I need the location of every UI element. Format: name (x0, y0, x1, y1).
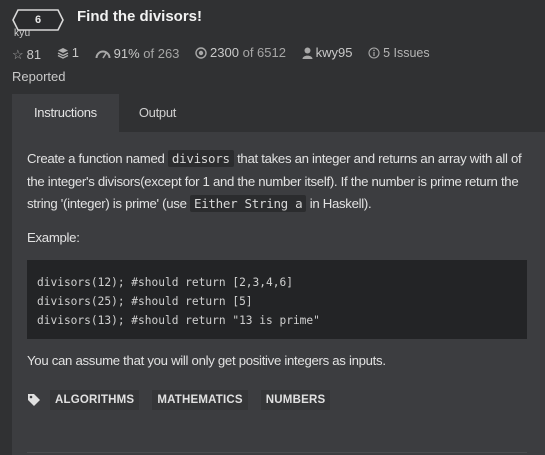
satisfaction-stat: 91% of 263 (95, 43, 180, 65)
author-name: kwy95 (315, 45, 353, 60)
author-stat[interactable]: kwy95 (302, 42, 353, 64)
example-code-block: divisors(12); #should return [2,3,4,6] di… (27, 259, 527, 339)
kata-page: 6 Find the divisors! kyu ☆ 81 1 91% of 2… (0, 0, 545, 455)
example-label: Example: (27, 229, 80, 245)
gauge-icon (95, 48, 111, 59)
instructions-panel: Create a function named divisors that ta… (12, 132, 545, 455)
assumption-text: You can assume that you will only get po… (27, 352, 386, 368)
user-icon (302, 47, 313, 59)
stars-stat[interactable]: ☆ 81 (12, 44, 41, 66)
kata-description: Create a function named divisors that ta… (27, 148, 531, 216)
tag-numbers[interactable]: NUMBERS (260, 389, 331, 410)
kata-tags: ALGORITHMS MATHEMATICS NUMBERS (27, 389, 531, 410)
inline-code-either: Either String a (189, 195, 307, 212)
info-icon (368, 47, 380, 59)
tab-output[interactable]: Output (119, 94, 198, 132)
kata-title[interactable]: Find the divisors! (77, 8, 202, 25)
collection-icon (57, 47, 69, 59)
tab-instructions[interactable]: Instructions (12, 94, 119, 132)
satisfaction-votes: of 263 (143, 45, 180, 61)
description-text: Create a function named (27, 151, 168, 166)
collections-stat[interactable]: 1 (57, 42, 79, 64)
tag-mathematics[interactable]: MATHEMATICS (152, 389, 248, 410)
completed-count: 2300 (210, 45, 239, 60)
target-icon (195, 47, 207, 59)
completed-total: of 6512 (242, 45, 286, 60)
stars-count: 81 (26, 47, 42, 62)
collections-count: 1 (71, 45, 79, 60)
code-line: divisors(12); #should return [2,3,4,6] (37, 275, 293, 289)
satisfaction-percent: 91% (113, 45, 140, 61)
issues-count: 5 Issues (383, 46, 430, 60)
rank-word: kyu (14, 28, 31, 39)
code-line: divisors(25); #should return [5] (37, 294, 253, 308)
kata-stats: ☆ 81 1 91% of 263 2300 of 6512 kwy95 5 I… (12, 42, 532, 88)
code-line: divisors(13); #should return "13 is prim… (37, 313, 320, 327)
panel-divider (27, 452, 527, 453)
description-text: in Haskell). (306, 196, 372, 211)
kata-header: 6 Find the divisors! (12, 8, 202, 32)
inline-code-divisors: divisors (167, 150, 234, 167)
completed-stat: 2300 of 6512 (195, 42, 286, 64)
tag-algorithms[interactable]: ALGORITHMS (50, 389, 140, 410)
issues-stat[interactable]: 5 Issues (368, 42, 430, 64)
star-icon: ☆ (12, 47, 24, 62)
issues-reported: Reported (12, 69, 66, 84)
description-tabs: Instructions Output (12, 94, 198, 132)
tag-icon (27, 393, 43, 407)
